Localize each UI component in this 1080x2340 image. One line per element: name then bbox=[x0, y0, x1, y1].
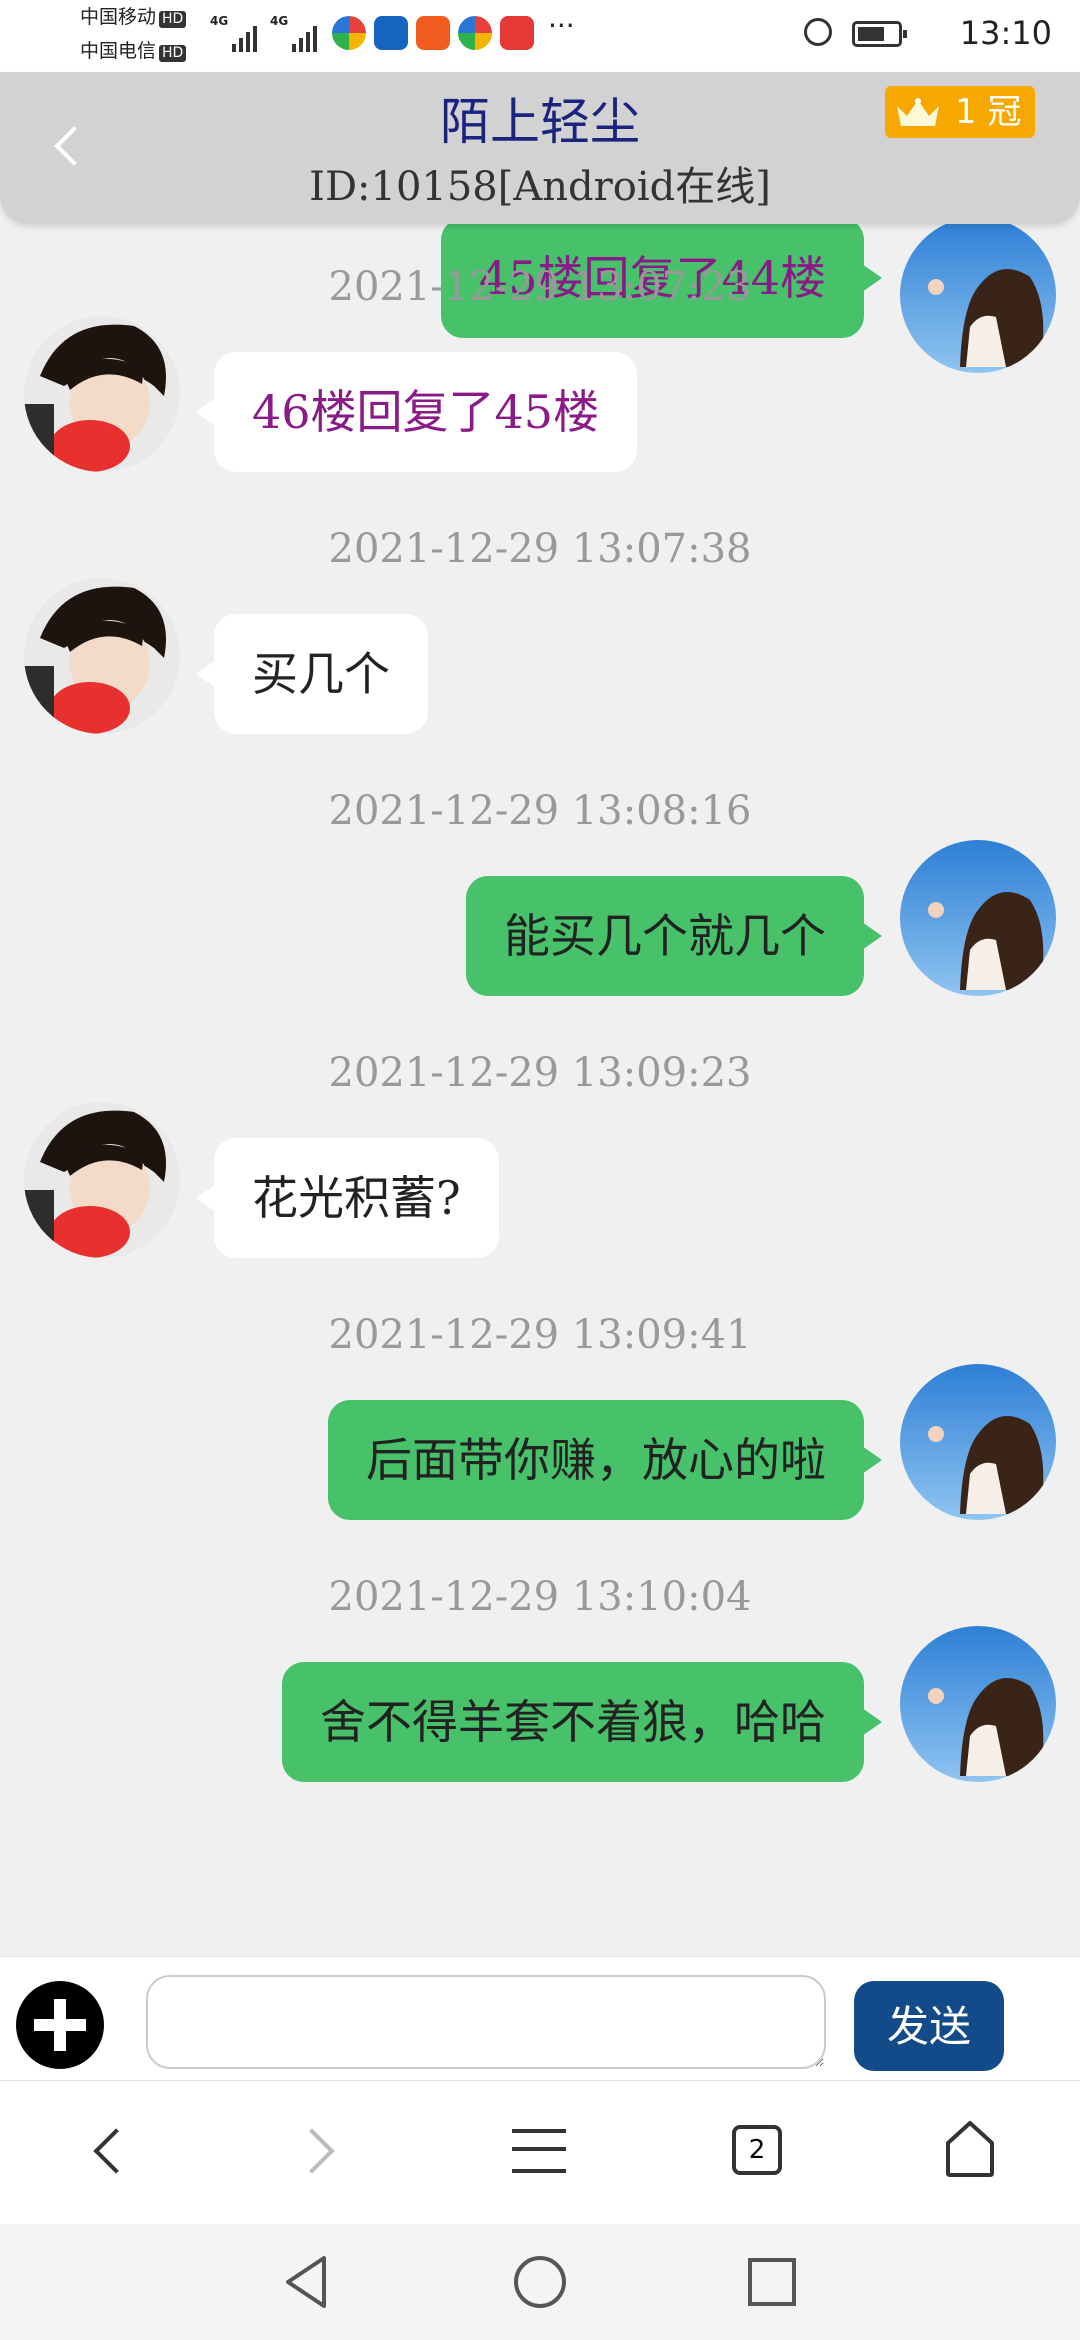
message-input-bar: 发送 bbox=[0, 1956, 1080, 2081]
network-type-label: 4G bbox=[270, 14, 289, 28]
message-item: 花光积蓄? bbox=[0, 1102, 1080, 1262]
add-attachment-button[interactable] bbox=[16, 1981, 104, 2069]
system-recents-icon[interactable] bbox=[740, 2250, 804, 2314]
hd-badge: HD bbox=[159, 45, 187, 62]
browser-tabs-button[interactable]: 2 bbox=[706, 2101, 806, 2201]
rank-badge[interactable]: 1 冠 bbox=[885, 86, 1035, 138]
message-timestamp: 2021-12-29 13:08:16 bbox=[328, 788, 752, 834]
message-bubble-outgoing[interactable]: 舍不得羊套不着狼，哈哈 bbox=[282, 1662, 882, 1782]
rank-count: 1 bbox=[955, 92, 977, 132]
browser-home-button[interactable] bbox=[920, 2101, 1020, 2201]
my-avatar[interactable] bbox=[900, 1626, 1056, 1782]
message-item: 46楼回复了45楼 bbox=[0, 316, 1080, 476]
message-bubble-outgoing[interactable]: 能买几个就几个 bbox=[466, 876, 882, 996]
system-home-icon[interactable] bbox=[508, 2250, 572, 2314]
contact-avatar[interactable] bbox=[24, 316, 180, 472]
my-avatar[interactable] bbox=[900, 1364, 1056, 1520]
message-timestamp: 2021-12-29 13:09:23 bbox=[328, 1050, 752, 1096]
signal-icon: 4G bbox=[270, 14, 322, 52]
message-timestamp: 2021-12-29 13:07:38 bbox=[328, 526, 752, 572]
carrier-1-label: 中国移动 bbox=[80, 6, 157, 28]
system-back-icon[interactable] bbox=[276, 2250, 340, 2314]
message-timestamp: 2021-12-29 13:07:23 bbox=[328, 264, 752, 310]
signal-icon: 4G bbox=[210, 14, 262, 52]
message-bubble-incoming[interactable]: 46楼回复了45楼 bbox=[195, 352, 638, 472]
clock: 13:10 bbox=[959, 14, 1052, 52]
contact-status: ID:10158[Android在线] bbox=[309, 164, 771, 210]
huawei-app-icon bbox=[500, 16, 534, 50]
message-input[interactable] bbox=[146, 1975, 826, 2069]
browser-back-button[interactable] bbox=[56, 2101, 156, 2201]
message-item: 能买几个就几个 bbox=[0, 840, 1080, 1000]
tabs-icon: 2 bbox=[732, 2125, 782, 2175]
message-bubble-outgoing[interactable]: 后面带你赚，放心的啦 bbox=[328, 1400, 882, 1520]
more-notifications-icon: ··· bbox=[548, 9, 575, 42]
hd-badge: HD bbox=[159, 11, 187, 28]
browser-forward-button[interactable] bbox=[272, 2101, 372, 2201]
message-bubble-incoming[interactable]: 花光积蓄? bbox=[196, 1138, 499, 1258]
message-timestamp: 2021-12-29 13:09:41 bbox=[328, 1312, 752, 1358]
contact-avatar[interactable] bbox=[24, 1102, 180, 1258]
app-notification-icon bbox=[458, 16, 492, 50]
browser-menu-button[interactable] bbox=[490, 2101, 590, 2201]
shield-app-icon bbox=[374, 16, 408, 50]
carrier-1: 中国移动 HD bbox=[80, 6, 187, 28]
rank-label: 冠 bbox=[987, 92, 1022, 132]
send-button[interactable]: 发送 bbox=[854, 1981, 1004, 2071]
crown-icon bbox=[897, 98, 939, 126]
message-bubble-incoming[interactable]: 买几个 bbox=[196, 614, 428, 734]
message-item: 舍不得羊套不着狼，哈哈 bbox=[0, 1626, 1080, 1786]
message-item: 后面带你赚，放心的啦 bbox=[0, 1364, 1080, 1524]
system-navigation-bar bbox=[0, 2224, 1080, 2340]
browser-toolbar: 2 bbox=[0, 2080, 1080, 2225]
app-notification-icon bbox=[332, 16, 366, 50]
menu-icon bbox=[512, 2129, 566, 2173]
chat-header: 陌上轻尘 ID:10158[Android在线] 1 冠 bbox=[0, 72, 1080, 224]
status-bar: 中国移动 HD 中国电信 HD 4G 4G ··· 13:10 bbox=[0, 0, 1080, 72]
message-timestamp: 2021-12-29 13:10:04 bbox=[328, 1574, 752, 1620]
rank-text: 1 冠 bbox=[955, 86, 1021, 138]
message-item: 买几个 bbox=[0, 578, 1080, 738]
message-list[interactable]: 45楼回复了44楼 2021-12-29 13:07:23 46楼回复了45楼 … bbox=[0, 224, 1080, 1954]
contact-avatar[interactable] bbox=[24, 578, 180, 734]
app-notification-icon bbox=[416, 16, 450, 50]
alarm-icon bbox=[804, 18, 832, 46]
carrier-2-label: 中国电信 bbox=[80, 40, 157, 62]
chevron-left-icon bbox=[93, 2128, 139, 2174]
home-icon bbox=[946, 2121, 994, 2177]
chevron-right-icon bbox=[289, 2128, 335, 2174]
my-avatar[interactable] bbox=[900, 840, 1056, 996]
battery-icon bbox=[852, 21, 907, 47]
network-type-label: 4G bbox=[210, 14, 229, 28]
carrier-2: 中国电信 HD bbox=[80, 40, 187, 62]
